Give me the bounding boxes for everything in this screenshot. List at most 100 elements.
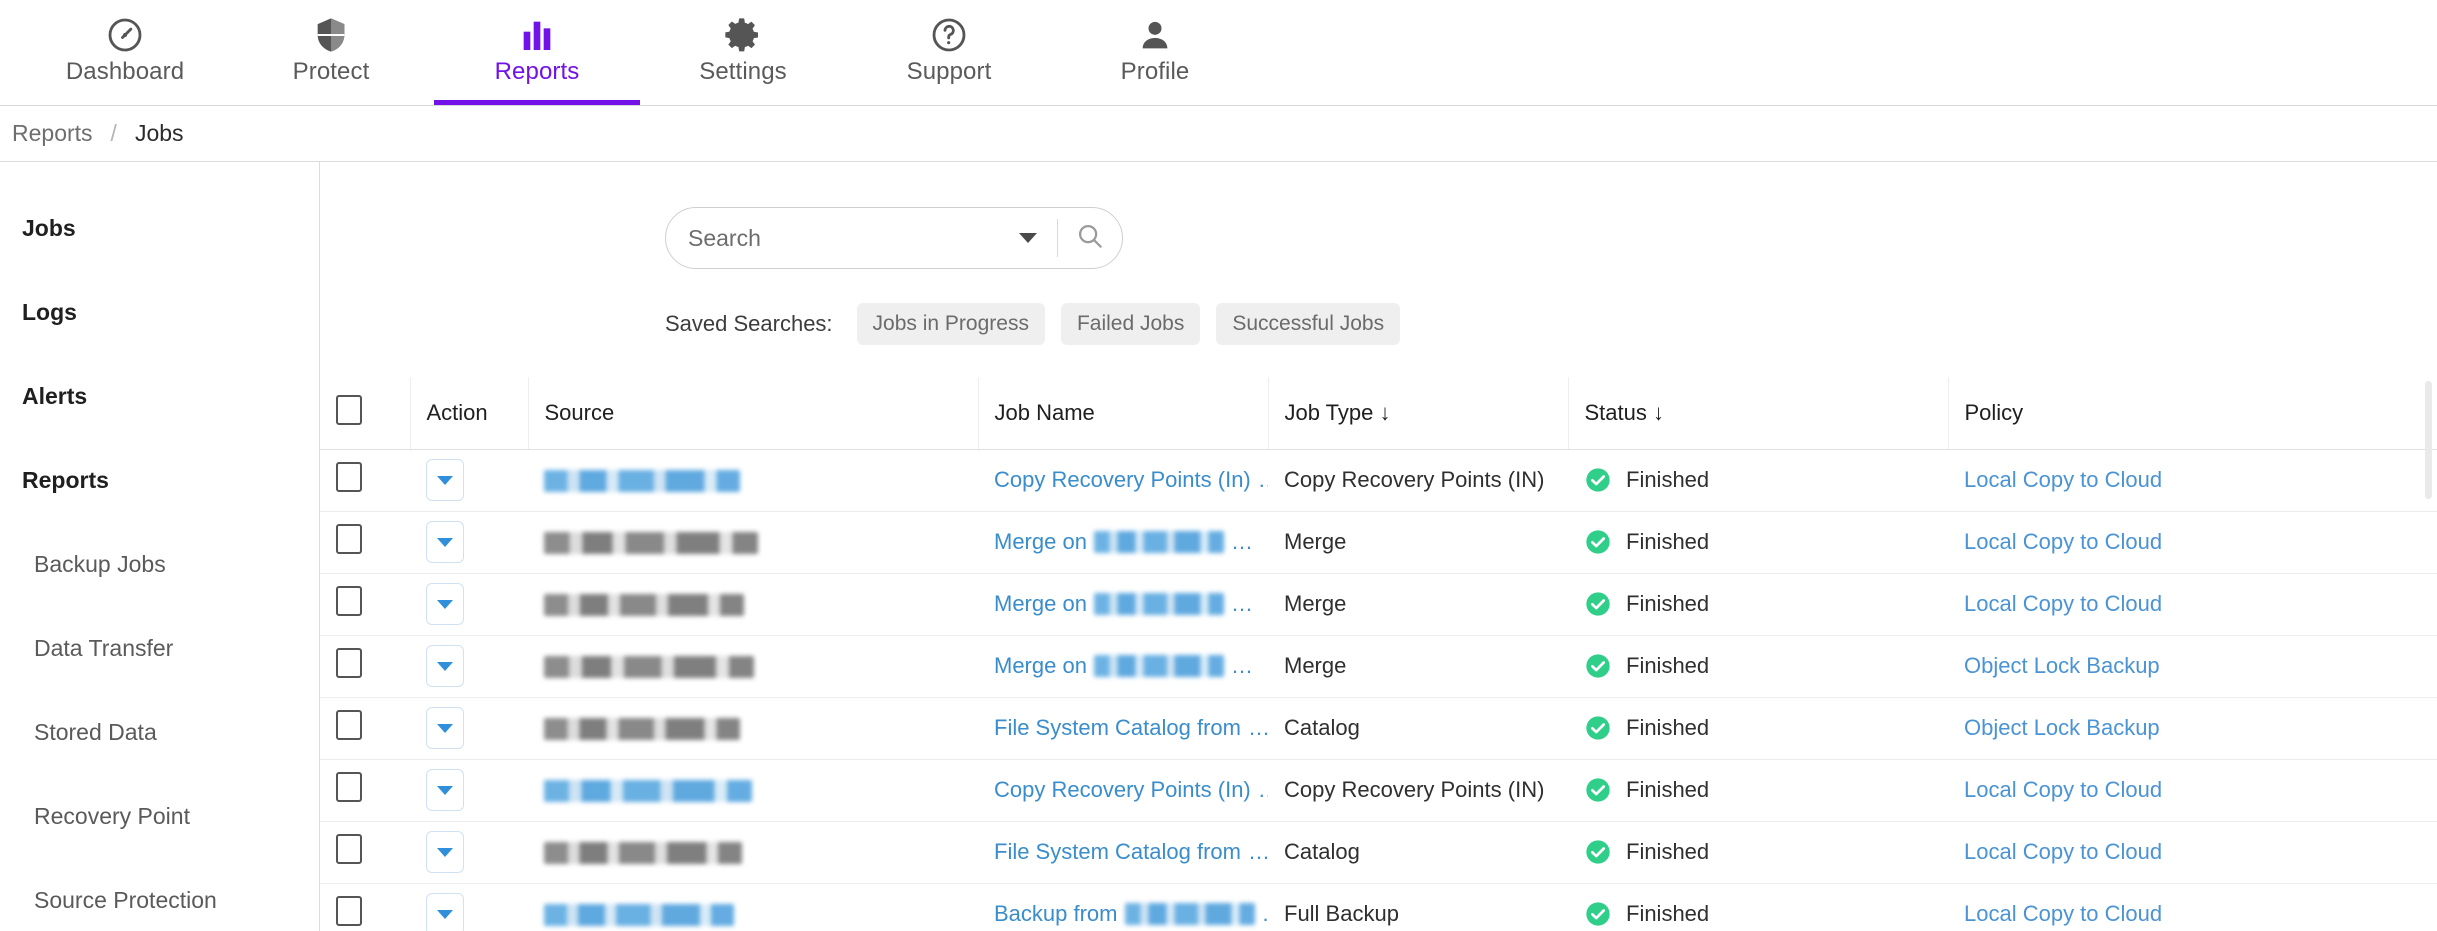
row-action-dropdown-button[interactable] <box>426 645 464 687</box>
job-name-link[interactable]: Copy Recovery Points (In) … <box>994 467 1268 493</box>
status-text: Finished <box>1626 467 1710 492</box>
nav-item-settings[interactable]: Settings <box>640 0 846 105</box>
row-checkbox[interactable] <box>336 648 362 678</box>
row-checkbox[interactable] <box>336 524 362 554</box>
row-action-dropdown-button[interactable] <box>426 769 464 811</box>
sidebar-label-data-transfer: Data Transfer <box>34 634 174 661</box>
row-source-cell <box>528 635 978 698</box>
sidebar-item-backup-jobs[interactable]: Backup Jobs <box>0 522 319 606</box>
status-text: Finished <box>1626 839 1710 864</box>
chevron-down-icon[interactable] <box>1019 233 1037 243</box>
row-checkbox[interactable] <box>336 896 362 926</box>
source-value-redacted[interactable] <box>544 842 742 865</box>
source-value-redacted[interactable] <box>544 470 740 493</box>
job-name-link[interactable]: File System Catalog from … <box>994 715 1268 741</box>
row-action-dropdown-button[interactable] <box>426 583 464 625</box>
row-policy-cell: Local Copy to Cloud <box>1948 573 2437 636</box>
row-action-cell <box>410 573 528 636</box>
job-name-link[interactable]: File System Catalog from … <box>994 839 1268 865</box>
policy-link[interactable]: Local Copy to Cloud <box>1964 591 2162 616</box>
row-source-cell <box>528 449 978 512</box>
row-checkbox[interactable] <box>336 462 362 492</box>
policy-link[interactable]: Object Lock Backup <box>1964 715 2160 740</box>
saved-search-chip-jobs-in-progress[interactable]: Jobs in Progress <box>856 303 1045 345</box>
policy-link[interactable]: Local Copy to Cloud <box>1964 839 2162 864</box>
job-name-redacted <box>1093 593 1224 615</box>
source-value-redacted[interactable] <box>544 594 744 617</box>
sidebar-item-recovery-point[interactable]: Recovery Point <box>0 774 319 858</box>
source-value-redacted[interactable] <box>544 656 754 679</box>
select-all-checkbox[interactable] <box>336 394 362 425</box>
policy-link[interactable]: Local Copy to Cloud <box>1964 777 2162 802</box>
nav-item-profile[interactable]: Profile <box>1052 0 1258 105</box>
job-name-link[interactable]: Merge on … <box>994 529 1253 555</box>
policy-link[interactable]: Local Copy to Cloud <box>1964 529 2162 554</box>
header-action[interactable]: Action <box>410 377 529 450</box>
search-button[interactable] <box>1058 208 1122 268</box>
caret-down-icon <box>437 909 453 919</box>
row-action-dropdown-button[interactable] <box>426 459 464 501</box>
row-action-dropdown-button[interactable] <box>426 707 464 749</box>
check-circle-icon <box>1584 528 1612 556</box>
header-policy[interactable]: Policy <box>1948 377 2437 450</box>
source-value-redacted[interactable] <box>544 718 740 741</box>
row-source-cell <box>528 573 978 636</box>
policy-link[interactable]: Object Lock Backup <box>1964 653 2160 678</box>
sort-desc-icon-jobtype[interactable]: ↓ <box>1380 400 1391 425</box>
row-select-cell <box>320 449 410 512</box>
policy-link[interactable]: Local Copy to Cloud <box>1964 901 2162 926</box>
row-policy-cell: Local Copy to Cloud <box>1948 449 2437 512</box>
saved-search-chip-failed-jobs[interactable]: Failed Jobs <box>1060 303 1201 345</box>
row-checkbox[interactable] <box>336 834 362 864</box>
row-jobtype-cell: Merge <box>1268 511 1568 574</box>
sidebar-item-data-transfer[interactable]: Data Transfer <box>0 606 319 690</box>
status-text: Finished <box>1626 777 1710 802</box>
job-name-text: Copy Recovery Points (In) <box>994 467 1251 492</box>
sidebar-item-alerts[interactable]: Alerts <box>0 354 319 438</box>
source-value-redacted[interactable] <box>544 904 734 927</box>
row-jobname-cell: Merge on … <box>978 511 1268 574</box>
sidebar-item-source-protection[interactable]: Source Protection <box>0 858 319 931</box>
top-navigation: Dashboard Protect Reports Settings Suppo… <box>0 0 2437 106</box>
caret-down-icon <box>437 723 453 733</box>
source-value-redacted[interactable] <box>544 780 752 803</box>
vertical-scrollbar[interactable] <box>2425 381 2432 499</box>
row-action-dropdown-button[interactable] <box>426 521 464 563</box>
sidebar-item-reports[interactable]: Reports <box>0 438 319 522</box>
nav-item-protect[interactable]: Protect <box>228 0 434 105</box>
header-label-source: Source <box>544 399 615 425</box>
nav-item-dashboard[interactable]: Dashboard <box>22 0 228 105</box>
header-status[interactable]: Status ↓ <box>1568 377 1949 450</box>
job-name-link[interactable]: Backup from …. <box>994 901 1268 927</box>
row-checkbox[interactable] <box>336 586 362 616</box>
table-row: File System Catalog from … Catalog Finishe… <box>320 697 2437 760</box>
header-jobname[interactable]: Job Name <box>978 377 1269 450</box>
sidebar-item-stored-data[interactable]: Stored Data <box>0 690 319 774</box>
sidebar-item-jobs[interactable]: Jobs <box>0 186 319 270</box>
breadcrumb-parent[interactable]: Reports <box>12 120 93 147</box>
status-text: Finished <box>1626 901 1710 926</box>
saved-search-chip-successful-jobs[interactable]: Successful Jobs <box>1216 303 1401 345</box>
job-name-link[interactable]: Merge on … <box>994 591 1253 617</box>
header-jobtype[interactable]: Job Type ↓ <box>1268 377 1569 450</box>
row-action-dropdown-button[interactable] <box>426 831 464 873</box>
caret-down-icon <box>437 661 453 671</box>
job-name-link[interactable]: Merge on … <box>994 653 1253 679</box>
row-checkbox[interactable] <box>336 710 362 740</box>
row-source-cell <box>528 759 978 822</box>
sort-desc-icon-status[interactable]: ↓ <box>1653 400 1664 425</box>
row-checkbox[interactable] <box>336 772 362 802</box>
header-source[interactable]: Source <box>528 377 979 450</box>
policy-link[interactable]: Local Copy to Cloud <box>1964 467 2162 492</box>
status-text: Finished <box>1626 715 1710 740</box>
caret-down-icon <box>437 785 453 795</box>
nav-item-support[interactable]: Support <box>846 0 1052 105</box>
row-action-dropdown-button[interactable] <box>426 893 464 931</box>
job-name-ellipsis: … <box>1230 529 1253 554</box>
search-input[interactable]: Search <box>666 208 1057 268</box>
job-name-link[interactable]: Copy Recovery Points (In) … <box>994 777 1268 803</box>
sidebar-item-logs[interactable]: Logs <box>0 270 319 354</box>
source-value-redacted[interactable] <box>544 532 758 555</box>
nav-item-reports[interactable]: Reports <box>434 0 640 105</box>
row-jobname-cell: File System Catalog from … <box>978 697 1268 760</box>
